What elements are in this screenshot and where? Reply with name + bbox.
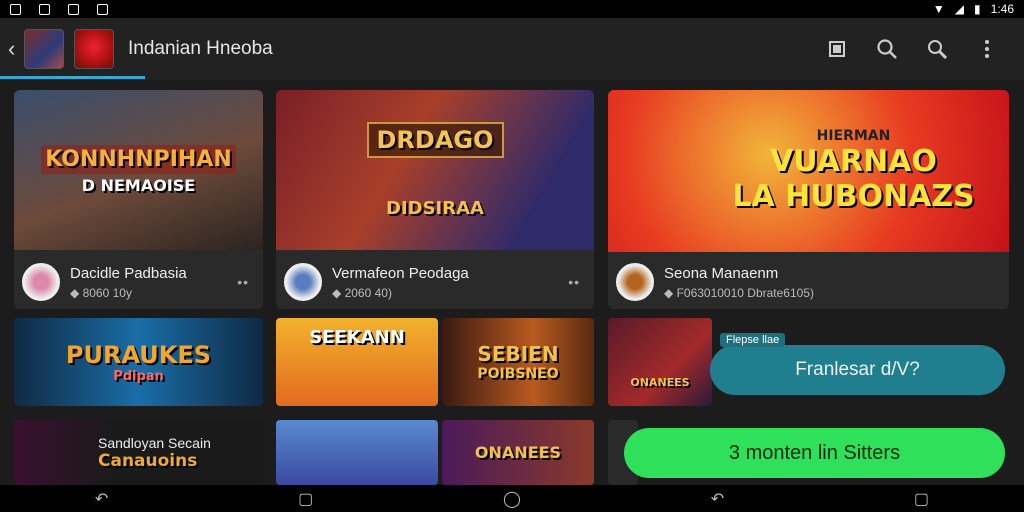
tile-title: PURAUKES [65, 340, 212, 369]
notification-icon [97, 3, 108, 15]
game-name: Vermafeon Peodaga [332, 264, 469, 282]
notification-icon [68, 3, 79, 15]
game-card[interactable]: HIERMAN VUARNAO LA HUBONAZS Seona Manaen… [608, 90, 1009, 309]
banner-title: KONNHNPIHAN [41, 145, 236, 174]
tile-title: ONANEES [474, 443, 562, 462]
status-bar: ▼ ◢ ▮ 1:46 [0, 0, 1024, 18]
tile-title: Sandloyan Secain [98, 434, 211, 451]
game-tile[interactable]: ONANEES [442, 420, 594, 485]
game-card[interactable]: KONNHNPIHAN D NEMAOISE Dacidle Padbasia … [14, 90, 263, 309]
app-icon-primary[interactable] [24, 29, 64, 69]
banner-subtitle: DIDSIRAA [386, 197, 484, 219]
banner-subtitle: D NEMAOISE [81, 176, 196, 195]
game-info: Dacidle Padbasia ◆ 8060 10y •• [14, 254, 263, 309]
battery-icon: ▮ [974, 2, 981, 16]
avatar [22, 263, 60, 301]
avatar [616, 263, 654, 301]
game-banner[interactable]: HIERMAN VUARNAO LA HUBONAZS [608, 90, 1009, 252]
cta-text: 3 monten lin Sitters [728, 441, 901, 464]
avatar [284, 263, 322, 301]
game-tile[interactable]: SEEKANN [276, 318, 438, 406]
suggestion-pill[interactable]: Franlesar d/V? [710, 345, 1005, 395]
recents-icon[interactable]: ▢ [914, 489, 929, 509]
game-info: Seona Manaenm ◆ F063010010 Dbrate6105) [608, 254, 1009, 309]
game-name: Dacidle Padbasia [70, 264, 187, 282]
back-arrow-icon[interactable]: ‹ [8, 36, 20, 62]
app-icon-secondary[interactable] [74, 29, 114, 69]
suggestion-text: Franlesar d/V? [795, 359, 920, 380]
notification-icon [39, 3, 50, 15]
bookmark-icon[interactable] [824, 36, 850, 62]
tile-subtitle: POIBSNEO [477, 366, 559, 382]
signal-icon: ◢ [954, 2, 965, 16]
more-icon[interactable] [974, 36, 1000, 62]
search-icon[interactable] [874, 36, 900, 62]
game-banner[interactable]: DRDAGO DIDSIRAA [276, 90, 594, 250]
tab-indicator [0, 76, 145, 79]
app-bar: ‹ Indanian Hneoba [0, 18, 1024, 80]
card-more-icon[interactable]: •• [568, 274, 580, 290]
game-stats: F063010010 Dbrate6105) [676, 285, 814, 300]
game-banner[interactable]: KONNHNPIHAN D NEMAOISE [14, 90, 263, 250]
tile-title: ONANEES [630, 375, 690, 389]
game-tile[interactable]: ONANEES [608, 318, 712, 406]
notification-icons [10, 3, 108, 15]
search-alt-icon[interactable] [924, 36, 950, 62]
back-nav-icon[interactable]: ↶ [95, 489, 108, 509]
game-tile[interactable]: Sandloyan Secain Canauoins [14, 420, 263, 485]
card-more-icon[interactable]: •• [237, 274, 249, 290]
tile-subtitle: Canauoins [98, 450, 198, 471]
game-subtitle: ◆ F063010010 Dbrate6105) [664, 285, 814, 300]
wifi-icon: ▼ [932, 2, 945, 16]
back-nav-icon[interactable]: ↶ [711, 489, 724, 509]
game-tile[interactable]: PURAUKES Pdipan [14, 318, 263, 406]
app-title: Indanian Hneoba [128, 38, 273, 59]
game-card[interactable]: DRDAGO DIDSIRAA Vermafeon Peodaga ◆ 2060… [276, 90, 594, 309]
cta-button[interactable]: 3 monten lin Sitters [624, 428, 1005, 478]
suggestion-label: Flepse llae [720, 333, 786, 347]
game-subtitle: ◆ 2060 40) [332, 285, 392, 300]
game-stats: 8060 10y [82, 285, 132, 300]
banner-top: HIERMAN [816, 128, 891, 144]
game-info: Vermafeon Peodaga ◆ 2060 40) •• [276, 254, 594, 309]
home-icon[interactable]: ◯ [503, 489, 521, 509]
tile-title: SEBIEN [477, 342, 559, 366]
banner-title: VUARNAO [770, 144, 937, 179]
banner-subtitle: LA HUBONAZS [732, 179, 975, 214]
game-tile[interactable]: SEBIEN POIBSNEO [442, 318, 594, 406]
recents-icon[interactable]: ▢ [298, 489, 313, 509]
banner-title: DRDAGO [366, 121, 504, 158]
system-nav-bar: ↶ ▢ ◯ ↶ ▢ [0, 485, 1024, 512]
notification-icon [10, 3, 21, 15]
game-name: Seona Manaenm [664, 264, 779, 282]
game-subtitle: ◆ 8060 10y [70, 285, 132, 300]
tile-title: SEEKANN [309, 326, 405, 348]
tile-subtitle: Pdipan [113, 368, 164, 384]
game-stats: 2060 40) [344, 285, 392, 300]
clock: 1:46 [990, 2, 1014, 16]
game-tile[interactable] [276, 420, 438, 485]
